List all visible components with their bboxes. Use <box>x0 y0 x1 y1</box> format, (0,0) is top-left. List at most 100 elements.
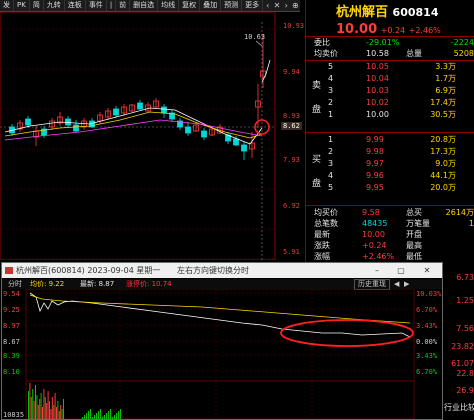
volume-bar <box>56 407 57 419</box>
side-stat-value: 1.25 <box>456 296 474 305</box>
nav-prev-icon[interactable]: ◀ <box>394 279 399 289</box>
stat-label: 涨幅 <box>314 252 330 261</box>
toolbar-item[interactable]: 更多 <box>242 0 264 11</box>
toolbar-item[interactable]: PK <box>14 0 30 11</box>
divider <box>306 36 474 37</box>
sell-price: 10.00 <box>366 110 389 119</box>
buy-order-row: 1 9.99 20.8万 <box>306 135 474 145</box>
weibi-row: 委比 -29.01% -2224 <box>306 38 474 48</box>
intraday-chart[interactable]: 9.54 9.25 8.97 8.67 8.39 8.10 10.03% 6.70% 3.43%… <box>2 289 442 419</box>
intraday-y-pct-label: 6.70% <box>416 306 438 314</box>
order-level: 4 <box>328 171 334 180</box>
close-icon[interactable]: ✕ <box>272 0 281 11</box>
kline-chart[interactable]: 10.63 <box>0 12 280 260</box>
junjia-label: 均卖价 <box>314 49 338 58</box>
intraday-y-pct-label: 10.03% <box>416 290 442 298</box>
toolbar-item[interactable]: 简 <box>30 0 44 11</box>
popup-info-bar: 分时 均价: 9.22 最新: 8.87 涨停价: 10.74 历史重现 ◀ ▶ <box>2 279 442 290</box>
close-icon[interactable]: ✕ <box>418 263 436 278</box>
toolbar-item[interactable]: 均线 <box>158 0 180 11</box>
sell-volume: 3.3万 <box>435 62 456 71</box>
volume-bar <box>53 405 55 419</box>
order-level: 2 <box>328 147 334 156</box>
toolbar-item[interactable]: 预测 <box>221 0 243 11</box>
nav-next-icon[interactable]: ▶ <box>404 279 409 289</box>
sell-order-row: 5 10.05 3.3万 <box>306 62 474 72</box>
side-stat-value: 行业比较 <box>444 403 474 412</box>
toolbar-item[interactable]: | <box>107 0 117 11</box>
price-axis-label: 9.94 <box>283 68 300 76</box>
toolbar-item[interactable]: 删自选 <box>130 0 159 11</box>
intraday-y-label: 8.97 <box>3 322 20 330</box>
buy-price: 9.98 <box>366 147 384 156</box>
stock-name: 杭州解百 <box>336 5 389 20</box>
toolbar-item[interactable]: 连板 <box>65 0 86 11</box>
maximize-icon[interactable]: ▢ <box>392 263 410 278</box>
volume-bar <box>29 383 31 419</box>
intraday-label: 分时 <box>8 280 22 288</box>
plus-icon[interactable]: ⊕ <box>291 0 300 11</box>
buy-volume: 9.0万 <box>435 159 456 168</box>
toolbar-item[interactable]: 九转 <box>44 0 65 11</box>
volume-bar <box>54 393 56 419</box>
stat-row: 涨跌 +0.24 最高 <box>306 241 474 251</box>
buy-price: 9.96 <box>366 171 384 180</box>
intraday-y-pct-label: 3.43% <box>416 322 438 330</box>
intraday-y-pct-label: 6.70% <box>416 368 438 376</box>
candle-body <box>241 144 247 152</box>
volume-bar <box>57 401 59 419</box>
sell-order-row: 4 10.04 1.7万 <box>306 74 474 84</box>
volume-bar <box>94 415 95 419</box>
volume-bar <box>40 393 42 419</box>
chevron-right-icon[interactable]: › <box>282 0 291 11</box>
volume-bar <box>30 397 32 419</box>
volume-bar <box>44 397 46 419</box>
volume-bar <box>102 417 103 419</box>
stat-row: 均买价 9.58 总买 2614万 <box>306 208 474 218</box>
stat-label-2: 万笔量 <box>406 219 430 228</box>
buy-volume: 17.3万 <box>430 147 456 156</box>
buy-price: 9.99 <box>366 135 384 144</box>
sell-side-label: 盘 <box>312 105 322 115</box>
buy-volume: 44.1万 <box>430 171 456 180</box>
stat-label-2: 开盘 <box>406 230 422 239</box>
weicha-value: -2224 <box>450 38 474 47</box>
toolbar-item[interactable]: 复权 <box>179 0 201 11</box>
volume-bar <box>92 417 93 419</box>
sell-price: 10.05 <box>366 62 389 71</box>
buy-order-row: 4 9.96 44.1万 <box>306 171 474 181</box>
sell-volume: 17.4万 <box>430 98 456 107</box>
junjia-row: 均卖价 10.58 总量 5208 <box>306 49 474 59</box>
buy-order-row: 2 9.98 17.3万 <box>306 147 474 157</box>
intraday-price-line <box>29 292 411 338</box>
volume-bar <box>49 401 50 419</box>
stat-value: +2.46% <box>362 252 395 261</box>
volume-bar <box>47 391 49 419</box>
toolbar-item[interactable]: 事件 <box>86 0 107 11</box>
stat-value-2: 2614万 <box>445 208 474 217</box>
price-axis-label: 5.91 <box>283 248 300 256</box>
volume-bar <box>39 399 41 419</box>
side-stat-value: 61.07 <box>451 359 474 368</box>
app-icon <box>5 267 13 274</box>
sell-order-row: 1 10.00 30.5万 <box>306 110 474 120</box>
price-axis-label: 10.93 <box>283 22 305 30</box>
order-level: 1 <box>328 110 334 119</box>
buy-side-label: 盘 <box>312 179 322 189</box>
chevron-left-icon[interactable]: ‹ <box>263 0 272 11</box>
buy-order-row: 5 9.95 20.0万 <box>306 183 474 193</box>
price-axis-label: 8.93 <box>283 112 300 120</box>
weibi-value: -29.01% <box>366 38 400 47</box>
toolbar-item[interactable]: 叠加 <box>200 0 222 11</box>
minimize-icon[interactable]: – <box>368 263 386 278</box>
candle-body <box>233 138 239 146</box>
toolbar-item[interactable]: 前 <box>116 0 131 11</box>
popup-titlebar[interactable]: 杭州解百(600814) 2023-09-04 星期一 左右方向键切换分时 – … <box>2 263 442 278</box>
stat-value-2: 1 <box>468 219 474 228</box>
sell-order-row: 3 10.03 6.9万 <box>306 86 474 96</box>
sell-volume: 1.7万 <box>435 74 456 83</box>
candle-body <box>161 106 167 114</box>
volume-bar <box>82 417 83 419</box>
intraday-popup-window[interactable]: 杭州解百(600814) 2023-09-04 星期一 左右方向键切换分时 – … <box>1 262 443 420</box>
toolbar-item[interactable]: 发 <box>0 0 14 11</box>
